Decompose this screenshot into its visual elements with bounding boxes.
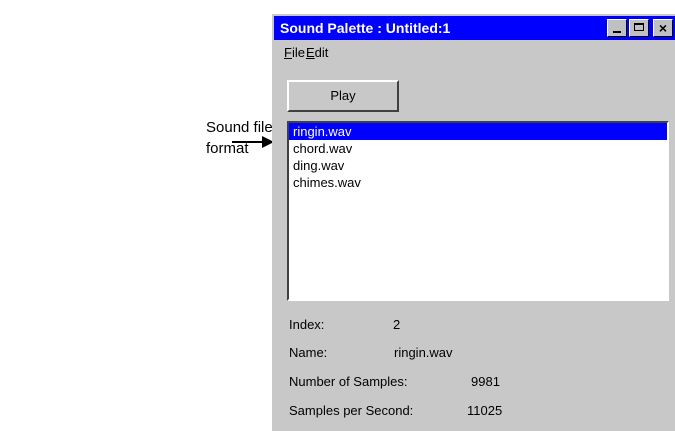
rate-label: Samples per Second: (289, 403, 414, 418)
close-button[interactable]: × (653, 19, 673, 37)
index-value: 2 (393, 317, 401, 332)
sound-file-list[interactable]: ringin.wav chord.wav ding.wav chimes.wav (287, 121, 669, 301)
close-icon: × (658, 20, 668, 36)
list-item[interactable]: chimes.wav (289, 174, 667, 191)
minimize-icon (613, 31, 621, 33)
name-value: ringin.wav (394, 345, 453, 360)
list-item[interactable]: ding.wav (289, 157, 667, 174)
samples-value: 9981 (471, 374, 500, 389)
list-item[interactable]: ringin.wav (289, 123, 667, 140)
samples-label: Number of Samples: (289, 374, 408, 389)
window-title: Sound Palette : Untitled:1 (280, 20, 451, 36)
annotation-arrow-icon (232, 136, 274, 148)
list-item[interactable]: chord.wav (289, 140, 667, 157)
title-bar[interactable]: Sound Palette : Untitled:1 × (274, 16, 675, 40)
name-label: Name: (289, 345, 328, 360)
index-label: Index: (289, 317, 325, 332)
sound-palette-window: Sound Palette : Untitled:1 × File Edit P… (272, 14, 675, 431)
maximize-button[interactable] (629, 19, 649, 37)
maximize-icon (634, 23, 644, 31)
menu-bar: File Edit (274, 42, 675, 64)
play-button[interactable]: Play (287, 80, 399, 112)
minimize-button[interactable] (607, 19, 627, 37)
rate-value: 11025 (467, 403, 503, 418)
menu-edit[interactable]: Edit (306, 45, 328, 60)
menu-file[interactable]: File (284, 45, 305, 60)
